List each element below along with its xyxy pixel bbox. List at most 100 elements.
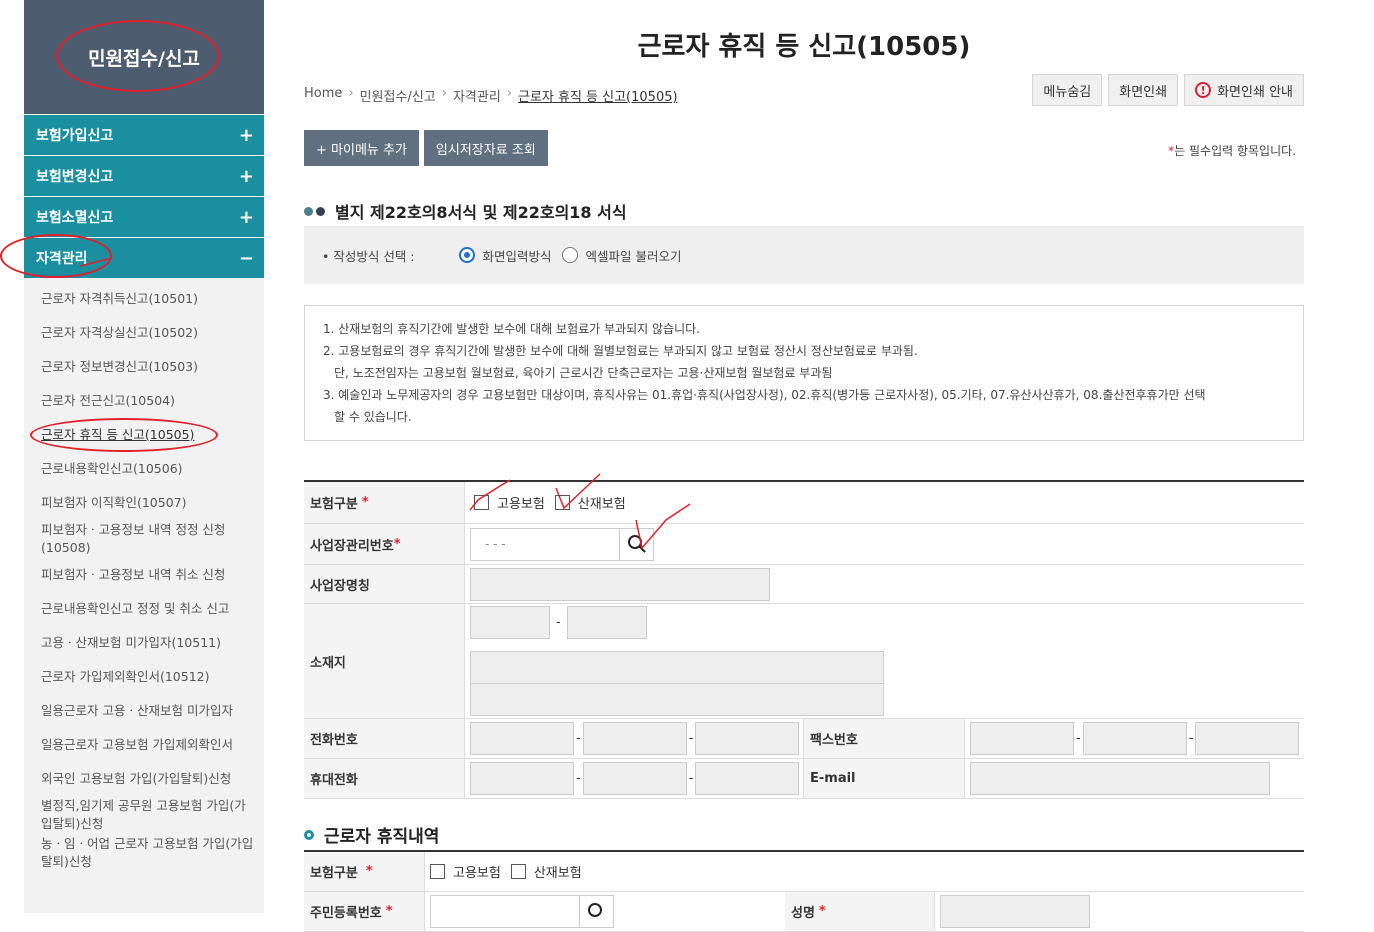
- bullet-icon: [304, 206, 313, 216]
- form-row: 보험구분 * 고용보험 산재보험: [304, 482, 1304, 524]
- sidebar-item[interactable]: 근로자 자격취득신고(10501): [24, 282, 264, 316]
- search-icon[interactable]: [620, 527, 654, 561]
- sidebar-item[interactable]: 근로내용확인신고(10506): [24, 452, 264, 486]
- sidebar-group-change[interactable]: 보험변경신고 +: [24, 156, 264, 196]
- required-star: *: [393, 536, 401, 552]
- sidebar-group-qualification[interactable]: 자격관리 −: [0, 234, 264, 278]
- address-input-1: [470, 651, 884, 684]
- biz-name-input: [470, 567, 770, 601]
- checkbox-employment[interactable]: [474, 495, 489, 510]
- required-note: *는 필수입력 항목입니다.: [1168, 142, 1296, 159]
- dash: -: [1188, 731, 1194, 746]
- sidebar-group-termination[interactable]: 보험소멸신고 +: [24, 197, 264, 237]
- minus-icon: −: [238, 247, 254, 269]
- form-row: 사업장관리번호 * - - -: [304, 524, 1304, 565]
- required-star: *: [818, 904, 826, 919]
- sidebar-item[interactable]: 고용ㆍ산재보험 미가입자(10511): [24, 626, 264, 660]
- address-inputs: [470, 651, 884, 716]
- page-title: 근로자 휴직 등 신고(10505): [637, 32, 971, 62]
- biz-name-label: 사업장명칭: [304, 565, 465, 603]
- radio-excel-upload[interactable]: [561, 247, 578, 263]
- address-field: -: [465, 604, 1304, 718]
- label-text: 보험구분: [310, 497, 358, 512]
- plus-icon: +: [238, 206, 254, 228]
- sidebar-item[interactable]: 별정직,임기제 공무원 고용보험 가입(가입탈퇴)신청: [24, 796, 264, 834]
- required-star: *: [361, 495, 369, 510]
- mobile-label: 휴대전화: [304, 759, 465, 798]
- sidebar-item[interactable]: 근로자 가입제외확인서(10512): [24, 660, 264, 694]
- add-mymenu-button[interactable]: + 마이메뉴 추가: [304, 130, 419, 166]
- email-field: [965, 759, 1304, 798]
- phone-input-3: [695, 722, 800, 755]
- sidebar-submenu: 근로자 자격취득신고(10501) 근로자 자격상실신고(10502) 근로자 …: [24, 278, 264, 872]
- checkbox-label: 고용보험: [453, 866, 501, 881]
- search-icon[interactable]: [580, 895, 614, 928]
- section-title-leave: 근로자 휴직내역: [304, 822, 439, 847]
- insurance-type-label: 보험구분 *: [304, 852, 425, 891]
- mobile-input-3: [695, 762, 800, 795]
- sidebar: 민원접수/신고 보험가입신고 + 보험변경신고 + 보험소멸신고 + 자격관리 …: [0, 0, 264, 913]
- email-input: [970, 762, 1270, 795]
- address-input-2: [470, 683, 884, 716]
- required-note-text: 는 필수입력 항목입니다.: [1174, 144, 1296, 158]
- mobile-field: - -: [465, 759, 804, 798]
- zip-row: -: [470, 606, 647, 639]
- sidebar-item[interactable]: 근로자 전근신고(10504): [24, 384, 264, 418]
- sidebar-item[interactable]: 일용근로자 고용보험 가입제외확인서: [24, 728, 264, 762]
- main-content: 근로자 휴직 등 신고(10505) Home › 민원접수/신고 › 자격관리…: [304, 0, 1304, 932]
- breadcrumb: Home › 민원접수/신고 › 자격관리 › 근로자 휴직 등 신고(1050…: [304, 86, 678, 105]
- checkbox-employment[interactable]: [430, 864, 445, 879]
- alert-icon: !: [1195, 82, 1212, 98]
- sidebar-item[interactable]: 피보험자ㆍ고용정보 내역 정정 신청(10508): [24, 520, 264, 558]
- phone-input-1: [470, 722, 574, 755]
- name-field: [935, 892, 1304, 931]
- print-button[interactable]: 화면인쇄: [1108, 74, 1179, 106]
- mobile-input-1: [470, 762, 574, 795]
- sidebar-group-label: 보험가입신고: [36, 128, 114, 144]
- fax-label: 팩스번호: [804, 719, 965, 758]
- notice-line: 1. 산재보험의 휴직기간에 발생한 보수에 대해 보험료가 부과되지 않습니다…: [323, 322, 700, 336]
- mobile-input-2: [582, 762, 687, 795]
- breadcrumb-home[interactable]: Home: [304, 86, 342, 105]
- annotation-circle: [30, 418, 218, 452]
- radio-label: 엑셀파일 불러오기: [585, 248, 682, 264]
- form-row: 휴대전화 - - E-mail: [304, 759, 1304, 799]
- dash: -: [576, 771, 581, 786]
- biz-no-input[interactable]: - - -: [470, 527, 620, 561]
- breadcrumb-item[interactable]: 자격관리: [453, 86, 501, 105]
- action-row: + 마이메뉴 추가 임시저장자료 조회: [304, 130, 548, 166]
- temp-saved-button[interactable]: 임시저장자료 조회: [423, 130, 548, 166]
- sidebar-item[interactable]: 근로자 정보변경신고(10503): [24, 350, 264, 384]
- dash: -: [1076, 731, 1081, 746]
- fax-field: - -: [965, 719, 1304, 758]
- fax-input-1: [970, 722, 1074, 755]
- sidebar-group-label: 보험변경신고: [36, 169, 114, 185]
- sidebar-item[interactable]: 근로내용확인신고 정정 및 취소 신고: [24, 592, 264, 626]
- section-title-text: 별지 제22호의8서식 및 제22호의18 서식: [335, 203, 627, 222]
- notice-line: 3. 예술인과 노무제공자의 경우 고용보험만 대상이며, 휴직사유는 01.휴…: [323, 388, 1206, 402]
- insurance-type-field: 고용보험 산재보험: [425, 852, 1304, 891]
- rrn-input[interactable]: [430, 895, 580, 928]
- fax-input-3: [1195, 722, 1300, 755]
- hide-menu-button[interactable]: 메뉴숨김: [1032, 74, 1103, 106]
- radio-screen-input[interactable]: [458, 247, 475, 263]
- checkbox-industrial[interactable]: [510, 864, 526, 879]
- biz-name-field: [465, 565, 1304, 603]
- sidebar-item[interactable]: 일용근로자 고용ㆍ산재보험 미가입자: [24, 694, 264, 728]
- sidebar-item[interactable]: 근로자 자격상실신고(10502): [24, 316, 264, 350]
- sidebar-item[interactable]: 피보험자 이직확인(10507): [24, 486, 264, 520]
- form-row: 전화번호 - - 팩스번호 - -: [304, 719, 1304, 759]
- sidebar-item[interactable]: 농ㆍ임ㆍ어업 근로자 고용보험 가입(가입탈퇴)신청: [24, 834, 264, 872]
- breadcrumb-item[interactable]: 민원접수/신고: [360, 86, 436, 105]
- biz-no-label: 사업장관리번호 *: [304, 524, 465, 564]
- top-buttons: 메뉴숨김 화면인쇄 ! 화면인쇄 안내: [1032, 74, 1304, 106]
- sidebar-item[interactable]: 피보험자ㆍ고용정보 내역 취소 신청: [24, 558, 264, 592]
- sidebar-item[interactable]: 외국인 고용보험 가입(가입탈퇴)신청: [24, 762, 264, 796]
- checkbox-industrial[interactable]: [554, 495, 570, 510]
- notice-line: 2. 고용보험료의 경우 휴직기간에 발생한 보수에 대해 월별보험료는 부과되…: [323, 344, 918, 358]
- sidebar-item-active[interactable]: 근로자 휴직 등 신고(10505): [24, 418, 264, 452]
- dash: -: [556, 615, 561, 630]
- print-guide-button[interactable]: ! 화면인쇄 안내: [1184, 74, 1304, 106]
- breadcrumb-current[interactable]: 근로자 휴직 등 신고(10505): [518, 86, 678, 105]
- sidebar-group-join[interactable]: 보험가입신고 +: [24, 115, 264, 155]
